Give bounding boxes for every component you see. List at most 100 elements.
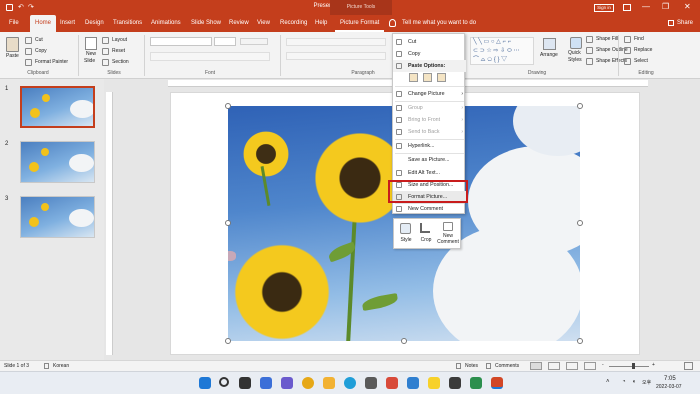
volume-icon[interactable]: ◖ xyxy=(632,379,636,385)
tab-picture-format[interactable]: Picture Format xyxy=(335,15,385,32)
app-icon[interactable] xyxy=(407,377,419,389)
show-hidden-icons[interactable]: ˄ xyxy=(606,379,610,385)
zoom-out-button[interactable]: - xyxy=(602,362,604,368)
menu-item-hyperlink[interactable]: Hyperlink... xyxy=(393,140,466,152)
slide-thumbnail-2[interactable] xyxy=(20,141,95,183)
menu-item-save-as-picture[interactable]: Save as Picture... xyxy=(393,154,466,166)
tab-view[interactable]: View xyxy=(252,15,275,32)
resize-handle[interactable] xyxy=(401,338,407,344)
font-format-buttons[interactable] xyxy=(150,52,270,61)
kakaotalk-icon[interactable] xyxy=(428,377,440,389)
tab-transitions[interactable]: Transitions xyxy=(108,15,147,32)
list-buttons[interactable] xyxy=(286,38,386,46)
sign-in-button[interactable]: Sign in xyxy=(594,4,614,12)
select-button[interactable]: Select xyxy=(634,58,648,64)
tab-design[interactable]: Design xyxy=(80,15,109,32)
format-painter-button[interactable]: Format Painter xyxy=(35,59,68,65)
notes-icon[interactable] xyxy=(456,363,461,369)
slide-sorter-icon[interactable] xyxy=(548,362,560,370)
resize-handle[interactable] xyxy=(225,103,231,109)
reset-icon[interactable] xyxy=(102,48,109,55)
tab-insert[interactable]: Insert xyxy=(55,15,80,32)
menu-item-new-comment[interactable]: New Comment xyxy=(393,203,466,215)
close-button[interactable]: ✕ xyxy=(684,2,691,11)
zoom-slider[interactable] xyxy=(609,366,649,367)
slide-thumbnail-3[interactable] xyxy=(20,196,95,238)
tab-recording[interactable]: Recording xyxy=(275,15,312,32)
copy-icon[interactable] xyxy=(25,48,32,55)
paste-destination-icon[interactable] xyxy=(423,73,432,82)
spellcheck-icon[interactable] xyxy=(44,363,49,369)
reading-view-icon[interactable] xyxy=(566,362,578,370)
resize-handle[interactable] xyxy=(577,103,583,109)
zoom-slider-thumb[interactable] xyxy=(632,363,635,369)
font-size-buttons[interactable] xyxy=(240,38,268,45)
section-button[interactable]: Section xyxy=(112,59,129,65)
restore-button[interactable]: ❐ xyxy=(662,2,669,11)
menu-item-send-to-back[interactable]: Send to Back › xyxy=(393,126,466,138)
paste-label[interactable]: Paste xyxy=(6,53,19,59)
menu-item-bring-to-front[interactable]: Bring to Front › xyxy=(393,114,466,126)
shape-fill-button[interactable]: Shape Fill xyxy=(596,36,618,42)
replace-button[interactable]: Replace xyxy=(634,47,652,53)
menu-item-change-picture[interactable]: Change Picture › xyxy=(393,88,466,100)
tab-animations[interactable]: Animations xyxy=(146,15,186,32)
menu-item-group[interactable]: Group › xyxy=(393,102,466,114)
alignment-buttons[interactable] xyxy=(286,52,386,60)
resize-handle[interactable] xyxy=(577,338,583,344)
shape-outline-icon[interactable] xyxy=(586,47,593,54)
menu-item-copy[interactable]: Copy xyxy=(393,48,466,60)
style-button[interactable]: Style xyxy=(397,237,415,243)
quick-styles-icon[interactable] xyxy=(570,37,582,49)
input-language[interactable]: 오후 xyxy=(642,379,651,386)
app-icon[interactable] xyxy=(470,377,482,389)
shapes-gallery[interactable]: ╲ ╲ ▭ ○ △ ⌐ ⌐ ⊂ ⊃ ☆ ⇨ ⇩ ⬭ ⋯ ⌒ ⌓ ⬠ { } ▽ xyxy=(470,37,534,65)
normal-view-icon[interactable] xyxy=(530,362,542,370)
share-button[interactable]: Share xyxy=(672,15,698,32)
ribbon-display-icon[interactable] xyxy=(623,4,631,11)
clock-time[interactable]: 7:05 xyxy=(664,376,676,382)
task-view-icon[interactable] xyxy=(239,377,251,389)
file-explorer-icon[interactable] xyxy=(323,377,335,389)
powerpoint-taskbar-icon[interactable] xyxy=(491,377,503,389)
start-icon[interactable] xyxy=(199,377,211,389)
clock-date[interactable]: 2022-03-07 xyxy=(656,384,682,390)
menu-item-edit-alt-text[interactable]: Edit Alt Text... xyxy=(393,167,466,179)
new-slide-icon[interactable] xyxy=(85,37,97,50)
shape-fill-icon[interactable] xyxy=(586,36,593,43)
edge-icon[interactable] xyxy=(344,377,356,389)
search-icon[interactable] xyxy=(219,377,229,387)
find-button[interactable]: Find xyxy=(634,36,644,42)
resize-handle[interactable] xyxy=(225,220,231,226)
find-icon[interactable] xyxy=(624,36,631,43)
store-icon[interactable] xyxy=(365,377,377,389)
wifi-icon[interactable]: ◔ xyxy=(622,379,626,385)
shape-effects-icon[interactable] xyxy=(586,58,593,65)
paste-picture-icon[interactable] xyxy=(437,73,446,82)
zoom-in-button[interactable]: + xyxy=(652,362,655,368)
slide-thumbnail-1[interactable] xyxy=(20,86,95,128)
slideshow-view-icon[interactable] xyxy=(584,362,596,370)
new-slide-label-2[interactable]: Slide xyxy=(84,58,95,64)
quick-styles-label[interactable]: Quick xyxy=(568,50,581,56)
shape-effects-button[interactable]: Shape Effects xyxy=(596,58,627,64)
app-icon[interactable] xyxy=(386,377,398,389)
comments-icon[interactable] xyxy=(486,363,491,369)
notes-button[interactable]: Notes xyxy=(465,363,478,369)
select-icon[interactable] xyxy=(624,58,631,65)
font-size-combo[interactable] xyxy=(214,37,236,46)
crop-icon[interactable] xyxy=(420,223,430,233)
layout-icon[interactable] xyxy=(102,37,109,44)
tab-review[interactable]: Review xyxy=(224,15,254,32)
reset-button[interactable]: Reset xyxy=(112,48,125,54)
arrange-button[interactable]: Arrange xyxy=(540,52,558,58)
style-icon[interactable] xyxy=(400,223,411,234)
chrome-icon[interactable] xyxy=(302,377,314,389)
tab-slide-show[interactable]: Slide Show xyxy=(186,15,226,32)
paste-icon[interactable] xyxy=(6,37,19,52)
language-indicator[interactable]: Korean xyxy=(53,363,69,369)
section-icon[interactable] xyxy=(102,59,109,66)
font-name-combo[interactable] xyxy=(150,37,212,46)
new-comment-icon[interactable] xyxy=(443,222,453,231)
new-comment-button[interactable]: New Comment xyxy=(436,233,460,245)
